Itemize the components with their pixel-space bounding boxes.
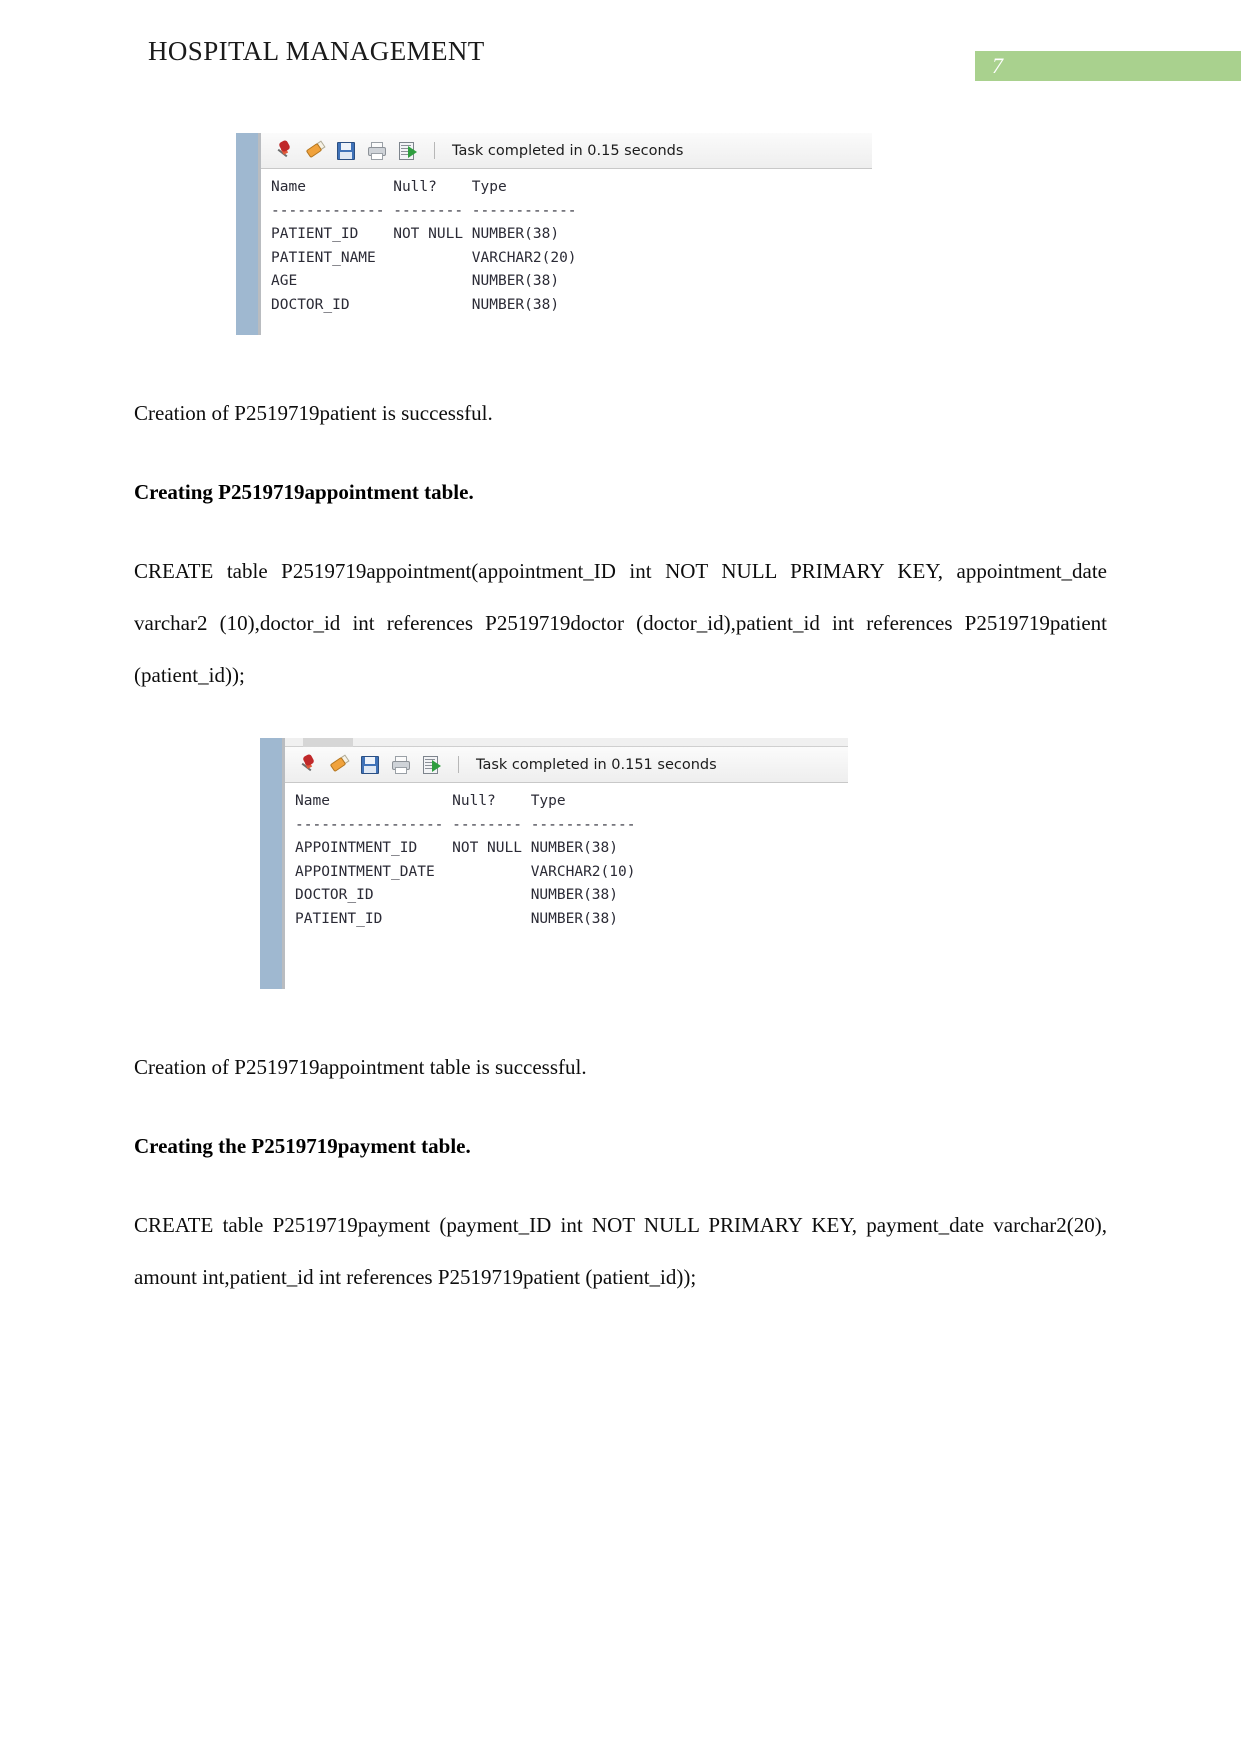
sql-statement-appointment: CREATE table P2519719appointment(appoint…: [134, 559, 1107, 687]
page-title: HOSPITAL MANAGEMENT: [148, 36, 485, 66]
left-rail: [260, 738, 282, 989]
page-number-band: 7: [975, 51, 1241, 81]
save-icon[interactable]: [359, 754, 381, 776]
toolbar-separator: [458, 756, 459, 773]
screenshot-main-1: Task completed in 0.15 seconds Name Null…: [261, 133, 872, 335]
screenshot-1-wrapper: Task completed in 0.15 seconds Name Null…: [0, 133, 1241, 335]
task-status-text-2: Task completed in 0.151 seconds: [476, 756, 717, 773]
run-script-icon[interactable]: [397, 140, 419, 162]
task-status-text-1: Task completed in 0.15 seconds: [452, 142, 684, 159]
tab-stub: [285, 738, 848, 747]
output-toolbar-2: Task completed in 0.151 seconds: [285, 747, 848, 783]
toolbar-separator: [434, 142, 435, 159]
output-panel-2: Name Null? Type ----------------- ------…: [285, 783, 848, 989]
eraser-icon[interactable]: [328, 753, 350, 776]
output-panel-1: Name Null? Type ------------- -------- -…: [261, 169, 872, 335]
paragraph-creation-patient: Creation of P2519719patient is successfu…: [134, 401, 493, 425]
screenshot-main-2: Task completed in 0.151 seconds Name Nul…: [285, 738, 848, 989]
document-body: Task completed in 0.15 seconds Name Null…: [0, 96, 1241, 1303]
describe-output-1: Name Null? Type ------------- -------- -…: [271, 179, 577, 313]
print-icon[interactable]: [390, 754, 412, 776]
heading-creating-payment: Creating the P2519719payment table.: [134, 1134, 471, 1158]
describe-output-2: Name Null? Type ----------------- ------…: [295, 793, 636, 927]
print-icon[interactable]: [366, 140, 388, 162]
sql-developer-screenshot-1: Task completed in 0.15 seconds Name Null…: [236, 133, 872, 335]
sql-developer-screenshot-2: Task completed in 0.151 seconds Name Nul…: [260, 738, 848, 989]
output-toolbar-1: Task completed in 0.15 seconds: [261, 133, 872, 169]
eraser-icon[interactable]: [304, 139, 326, 162]
page-number: 7: [992, 53, 1003, 78]
screenshot-2-wrapper: Task completed in 0.151 seconds Name Nul…: [0, 738, 1241, 989]
left-rail: [236, 133, 258, 335]
pin-icon[interactable]: [273, 138, 295, 162]
run-script-icon[interactable]: [421, 754, 443, 776]
heading-creating-appointment: Creating P2519719appointment table.: [134, 480, 474, 504]
pin-icon[interactable]: [297, 752, 319, 776]
sql-statement-payment: CREATE table P2519719payment (payment_ID…: [134, 1213, 1107, 1289]
page-header: HOSPITAL MANAGEMENT 7: [0, 0, 1241, 96]
save-icon[interactable]: [335, 140, 357, 162]
paragraph-creation-appointment: Creation of P2519719appointment table is…: [134, 1055, 587, 1079]
